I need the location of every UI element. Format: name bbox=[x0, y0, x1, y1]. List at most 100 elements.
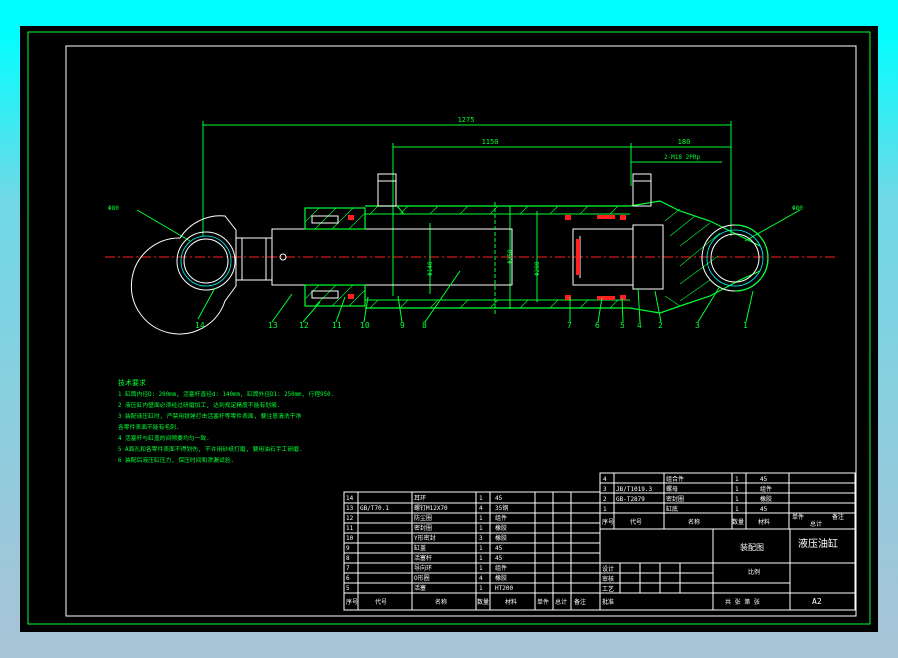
dim-outer: Φ250 bbox=[507, 249, 514, 264]
svg-text:防尘圈: 防尘圈 bbox=[414, 514, 432, 522]
svg-text:橡胶: 橡胶 bbox=[495, 534, 507, 542]
svg-text:缸盖: 缸盖 bbox=[414, 544, 426, 552]
technical-notes: 技术要求 1 缸筒内径D: 200mm, 活塞杆直径d: 140mm, 缸筒外径… bbox=[118, 378, 334, 464]
dim-left-pin: Φ80 bbox=[108, 205, 119, 212]
callout-3: 3 bbox=[695, 321, 700, 330]
note-line-6: 5 A面孔和各零件表面不得划伤, 不许用砂纸打磨, 要用油石手工研磨. bbox=[118, 445, 302, 453]
row-label-process: 工艺 bbox=[602, 585, 614, 593]
svg-text:总计: 总计 bbox=[810, 520, 822, 528]
svg-text:1: 1 bbox=[479, 495, 483, 502]
svg-text:名称: 名称 bbox=[435, 598, 447, 606]
note-line-3: 3 装配液压缸时, 严禁用铁锤打击活塞杆等零件表面, 要注意清洗干净 bbox=[118, 412, 301, 420]
callout-7: 7 bbox=[567, 321, 572, 330]
callout-11: 11 bbox=[332, 321, 342, 330]
row-label-design: 设计 bbox=[602, 565, 614, 573]
svg-text:10: 10 bbox=[346, 535, 354, 542]
row-label-approve: 批准 bbox=[602, 598, 614, 606]
callout-1: 1 bbox=[743, 321, 748, 330]
svg-text:数量: 数量 bbox=[477, 598, 489, 606]
callout-8: 8 bbox=[422, 321, 427, 330]
svg-text:螺母: 螺母 bbox=[666, 485, 678, 493]
dim-port: 2-M18 2PRp bbox=[664, 154, 701, 161]
svg-text:密封圈: 密封圈 bbox=[414, 524, 432, 532]
svg-text:备注: 备注 bbox=[574, 598, 586, 606]
svg-text:HT200: HT200 bbox=[495, 585, 513, 592]
svg-text:45: 45 bbox=[760, 506, 768, 513]
svg-text:备注: 备注 bbox=[832, 513, 844, 521]
svg-text:2: 2 bbox=[603, 496, 607, 503]
parts-left-rows: 14 耳环 1 45 1 3 GB/T70.1 螺钉M12X70 4 35钢 12… bbox=[346, 495, 586, 606]
sheet-count: 共 张 第 张 bbox=[725, 598, 760, 606]
svg-text:35钢: 35钢 bbox=[495, 504, 508, 512]
svg-text:45: 45 bbox=[495, 555, 503, 562]
svg-text:1: 1 bbox=[735, 476, 739, 483]
row-label-check: 审核 bbox=[602, 575, 614, 583]
scale-label: 比例 bbox=[748, 568, 760, 576]
svg-text:12: 12 bbox=[346, 515, 354, 522]
svg-text:1: 1 bbox=[479, 545, 483, 552]
svg-text:GB/T70.1: GB/T70.1 bbox=[360, 505, 389, 512]
svg-text:单件: 单件 bbox=[537, 598, 549, 606]
svg-text:活塞: 活塞 bbox=[414, 584, 426, 592]
svg-text:序号: 序号 bbox=[602, 518, 614, 526]
svg-text:45: 45 bbox=[495, 495, 503, 502]
dimensions: 1275 1150 180 2-M18 2PRp Φ80 Φ80 Φ140 Φ2… bbox=[108, 116, 803, 309]
svg-text:45: 45 bbox=[495, 545, 503, 552]
dim-rod: Φ140 bbox=[427, 261, 434, 276]
parts-left-header: 序号 代号 名称 数量 材料 单件 总计 备注 bbox=[346, 598, 586, 606]
svg-text:组合件: 组合件 bbox=[666, 475, 684, 483]
svg-text:4: 4 bbox=[479, 505, 483, 512]
callout-12: 12 bbox=[299, 321, 309, 330]
svg-text:O形圈: O形圈 bbox=[414, 574, 430, 582]
product-name: 液压油缸 bbox=[798, 537, 838, 550]
svg-text:总计: 总计 bbox=[555, 598, 567, 606]
callout-5: 5 bbox=[620, 321, 625, 330]
svg-text:9: 9 bbox=[346, 545, 350, 552]
callout-9: 9 bbox=[400, 321, 405, 330]
svg-text:4: 4 bbox=[479, 575, 483, 582]
svg-text:名称: 名称 bbox=[688, 518, 700, 526]
svg-text:材料: 材料 bbox=[505, 598, 517, 606]
svg-text:代号: 代号 bbox=[630, 518, 642, 526]
svg-text:3: 3 bbox=[603, 486, 607, 493]
dim-bore: Φ200 bbox=[534, 261, 541, 276]
callout-14: 14 bbox=[195, 321, 205, 330]
svg-text:组件: 组件 bbox=[760, 485, 772, 493]
callout-4: 4 bbox=[637, 321, 642, 330]
parts-left-row: 14 耳环 1 45 bbox=[346, 495, 503, 502]
svg-text:活塞杆: 活塞杆 bbox=[414, 554, 432, 562]
dim-total: 1275 bbox=[458, 116, 475, 124]
svg-text:数量: 数量 bbox=[732, 518, 744, 526]
svg-text:1: 1 bbox=[735, 496, 739, 503]
svg-text:单件: 单件 bbox=[792, 513, 804, 521]
svg-text:3: 3 bbox=[479, 535, 483, 542]
note-line-4: 各零件表面不能有毛刺. bbox=[118, 423, 179, 431]
inner-frame bbox=[65, 45, 857, 617]
parts-left-row: 9 缸盖 1 45 bbox=[346, 544, 503, 552]
parts-right-row: 3 JB/T1019.3 螺母 1 组件 bbox=[603, 485, 772, 493]
svg-text:8: 8 bbox=[346, 555, 350, 562]
dim-right: 180 bbox=[678, 138, 691, 146]
sheet-size: A2 bbox=[812, 597, 822, 606]
svg-text:导向环: 导向环 bbox=[414, 564, 432, 572]
svg-text:组件: 组件 bbox=[495, 564, 507, 572]
svg-text:材料: 材料 bbox=[758, 518, 770, 526]
svg-text:1: 1 bbox=[735, 506, 739, 513]
note-line-2: 2 液压缸内壁面必须经过研磨加工, 达到规定精度不能有划痕. bbox=[118, 401, 280, 409]
svg-text:4: 4 bbox=[603, 476, 607, 483]
svg-text:组件: 组件 bbox=[495, 514, 507, 522]
svg-text:橡胶: 橡胶 bbox=[495, 574, 507, 582]
cad-drawing: 1275 1150 180 2-M18 2PRp Φ80 Φ80 Φ140 Φ2… bbox=[27, 31, 871, 625]
svg-text:1: 1 bbox=[603, 506, 607, 513]
svg-text:1: 1 bbox=[735, 486, 739, 493]
note-line-7: 6 装配后液压缸压力, 保压时间和渗漏试验. bbox=[118, 456, 234, 464]
svg-text:6: 6 bbox=[346, 575, 350, 582]
svg-text:14: 14 bbox=[346, 495, 354, 502]
svg-text:螺钉M12X70: 螺钉M12X70 bbox=[414, 504, 448, 512]
dim-right-pin: Φ80 bbox=[792, 205, 803, 212]
parts-right-rows: 4 组合件 1 45 3 JB/T1019.3 螺母 1 组件 2 GB-T28… bbox=[602, 475, 844, 606]
drawing-type: 装配图 bbox=[740, 542, 764, 552]
parts-left-row: 10 Y形密封 3 橡胶 bbox=[346, 534, 507, 542]
notes-title: 技术要求 bbox=[118, 378, 146, 387]
callout-10: 10 bbox=[360, 321, 370, 330]
